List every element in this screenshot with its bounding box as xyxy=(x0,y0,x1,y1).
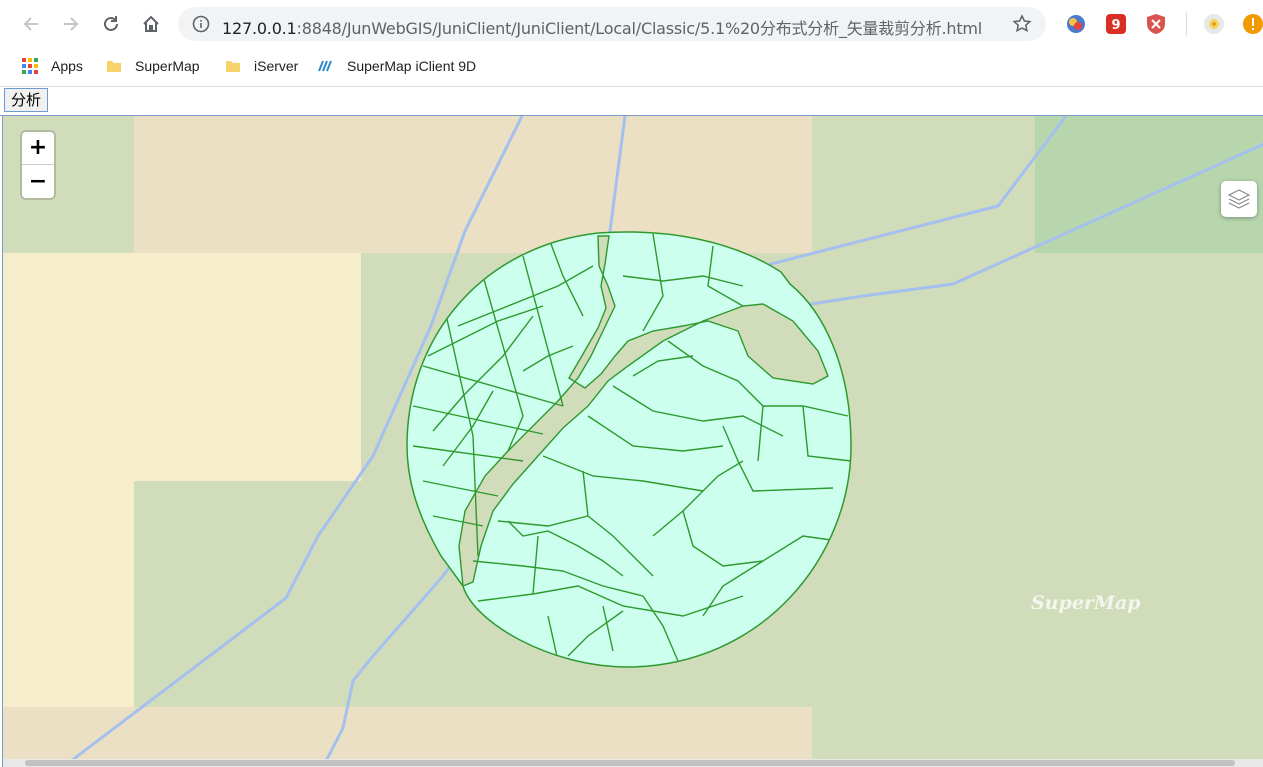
zoom-control: + − xyxy=(22,132,54,198)
map-viewport[interactable]: + − SuperMap xyxy=(2,116,1263,767)
browser-toolbar: 127.0.0.1:8848/JunWebGIS/JuniClient/Juni… xyxy=(0,0,1263,48)
apps-grid-icon xyxy=(22,58,38,74)
analyze-button[interactable]: 分析 xyxy=(4,88,49,112)
bookmark-label: SuperMap xyxy=(135,58,200,74)
layers-icon xyxy=(1227,189,1251,209)
update-alert-icon[interactable] xyxy=(1242,13,1263,35)
bookmark-label: SuperMap iClient 9D xyxy=(347,58,477,74)
extension-red-icon[interactable]: 9 xyxy=(1105,13,1127,35)
bookmark-label: Apps xyxy=(51,58,83,74)
scrollbar-thumb[interactable] xyxy=(25,760,1235,766)
supermap-logo-icon xyxy=(318,60,332,72)
url-host: 127.0.0.1 xyxy=(222,19,297,38)
reload-icon[interactable] xyxy=(96,9,126,39)
profile-avatar-icon[interactable] xyxy=(1203,13,1225,35)
map-canvas[interactable] xyxy=(3,116,1263,767)
base-tan-area xyxy=(3,707,812,767)
clip-analysis-result[interactable] xyxy=(406,231,852,668)
page-menu-bar: 分析 xyxy=(0,87,1263,116)
folder-icon xyxy=(107,61,121,72)
bookmark-apps[interactable]: Apps xyxy=(22,56,83,76)
bookmarks-bar: Apps SuperMap iServer SuperMap iClient 9… xyxy=(0,48,1263,87)
base-cream-area xyxy=(3,481,134,707)
bookmark-supermap-iclient[interactable]: SuperMap iClient 9D xyxy=(318,56,476,76)
bookmark-label: iServer xyxy=(254,58,299,74)
address-bar[interactable]: 127.0.0.1:8848/JunWebGIS/JuniClient/Juni… xyxy=(178,7,1046,41)
folder-icon xyxy=(226,61,240,72)
svg-text:9: 9 xyxy=(1111,18,1120,33)
forward-icon[interactable] xyxy=(56,9,86,39)
url-path: :8848/JunWebGIS/JuniClient/JuniClient/Lo… xyxy=(296,19,983,38)
base-tan-area xyxy=(134,116,812,253)
supermap-watermark: SuperMap xyxy=(1031,592,1141,614)
extension-globe-icon[interactable] xyxy=(1065,13,1087,35)
zoom-out-button[interactable]: − xyxy=(22,165,54,198)
layer-switcher-button[interactable] xyxy=(1221,181,1257,217)
back-icon[interactable] xyxy=(16,9,46,39)
home-icon[interactable] xyxy=(136,9,166,39)
info-icon[interactable] xyxy=(192,15,210,33)
bookmark-supermap[interactable]: SuperMap xyxy=(106,56,200,76)
base-cream-area xyxy=(3,253,361,481)
extension-shield-icon[interactable] xyxy=(1145,13,1167,35)
url-text: 127.0.0.1:8848/JunWebGIS/JuniClient/Juni… xyxy=(222,15,982,39)
bookmark-iserver[interactable]: iServer xyxy=(225,56,298,76)
star-icon[interactable] xyxy=(1012,14,1032,34)
zoom-in-button[interactable]: + xyxy=(22,132,54,165)
horizontal-scrollbar[interactable] xyxy=(3,759,1263,767)
toolbar-divider xyxy=(1186,12,1187,36)
